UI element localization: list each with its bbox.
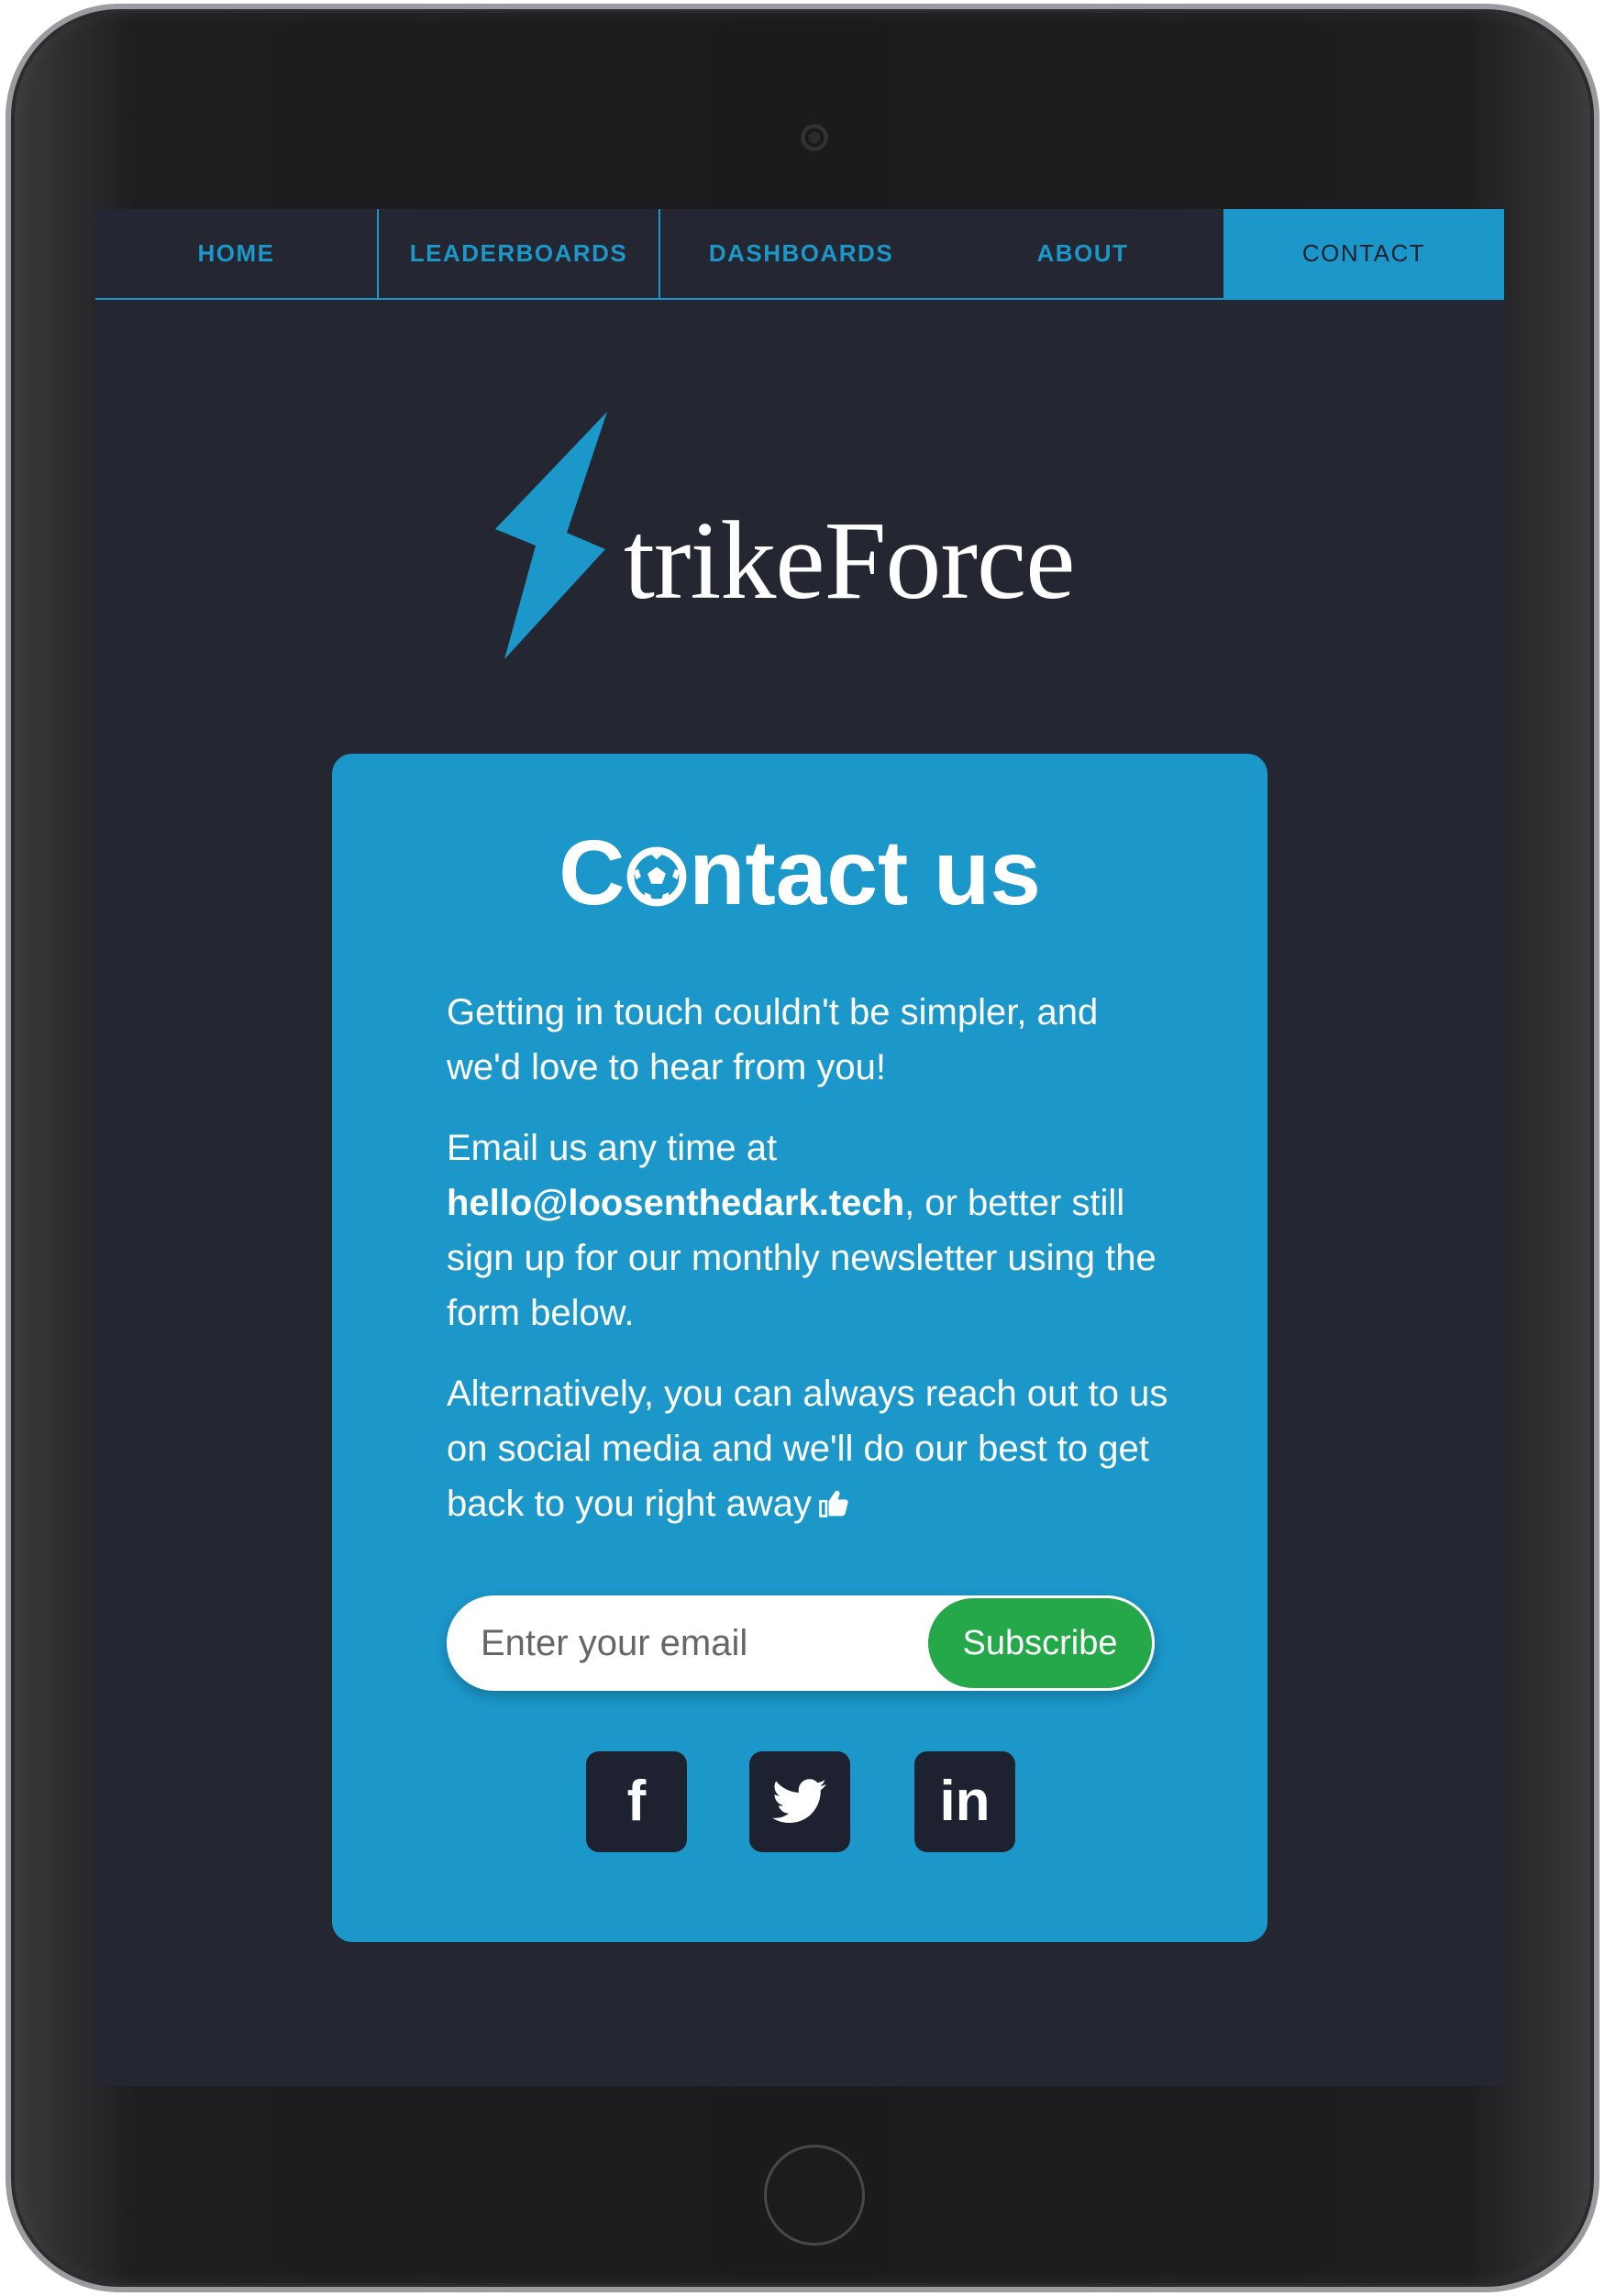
soccer-ball-icon [627, 846, 687, 907]
facebook-icon: f [626, 1770, 647, 1833]
twitter-icon [772, 1779, 826, 1823]
home-button[interactable] [764, 2145, 865, 2246]
page-title: C ntact us [332, 827, 1267, 919]
twitter-link[interactable] [749, 1751, 850, 1852]
email-link[interactable]: hello@loosenthedark.tech [447, 1183, 904, 1223]
subscribe-button[interactable]: Subscribe [928, 1598, 1152, 1688]
linkedin-icon: in [939, 1770, 991, 1833]
social-paragraph: Alternatively, you can always reach out … [447, 1366, 1180, 1531]
email-input[interactable] [449, 1598, 926, 1688]
thumbs-up-icon [819, 1490, 848, 1518]
social-paragraph-text: Alternatively, you can always reach out … [447, 1374, 1168, 1524]
nav-item-home[interactable]: HOME [95, 209, 379, 298]
nav-item-leaderboards[interactable]: LEADERBOARDS [379, 209, 660, 298]
nav-item-dashboards[interactable]: DASHBOARDS [660, 209, 942, 298]
facebook-link[interactable]: f [586, 1751, 687, 1852]
email-prefix-text: Email us any time at [447, 1128, 778, 1168]
title-part-1: C [559, 822, 625, 924]
intro-paragraph: Getting in touch couldn't be simpler, an… [447, 992, 1099, 1087]
strikeforce-logo[interactable]: trikeForce [495, 406, 1156, 663]
main-navigation: HOME LEADERBOARDS DASHBOARDS ABOUT CONTA… [95, 209, 1504, 300]
linkedin-link[interactable]: in [914, 1751, 1015, 1852]
screen: HOME LEADERBOARDS DASHBOARDS ABOUT CONTA… [95, 209, 1504, 2086]
lightning-bolt-icon [495, 412, 607, 659]
email-paragraph: Email us any time at hello@loosenthedark… [447, 1120, 1180, 1341]
contact-text: Getting in touch couldn't be simpler, an… [447, 985, 1180, 1557]
front-camera [801, 124, 828, 151]
contact-card: C ntact us Getting in touch couldn't be … [332, 754, 1267, 1942]
logo-wordmark: trikeForce [624, 499, 1075, 623]
newsletter-form: Subscribe [447, 1595, 1155, 1691]
title-part-2: ntact us [689, 822, 1041, 924]
nav-item-contact[interactable]: CONTACT [1223, 209, 1504, 298]
nav-item-about[interactable]: ABOUT [942, 209, 1223, 298]
social-links: f in [332, 1751, 1267, 1852]
